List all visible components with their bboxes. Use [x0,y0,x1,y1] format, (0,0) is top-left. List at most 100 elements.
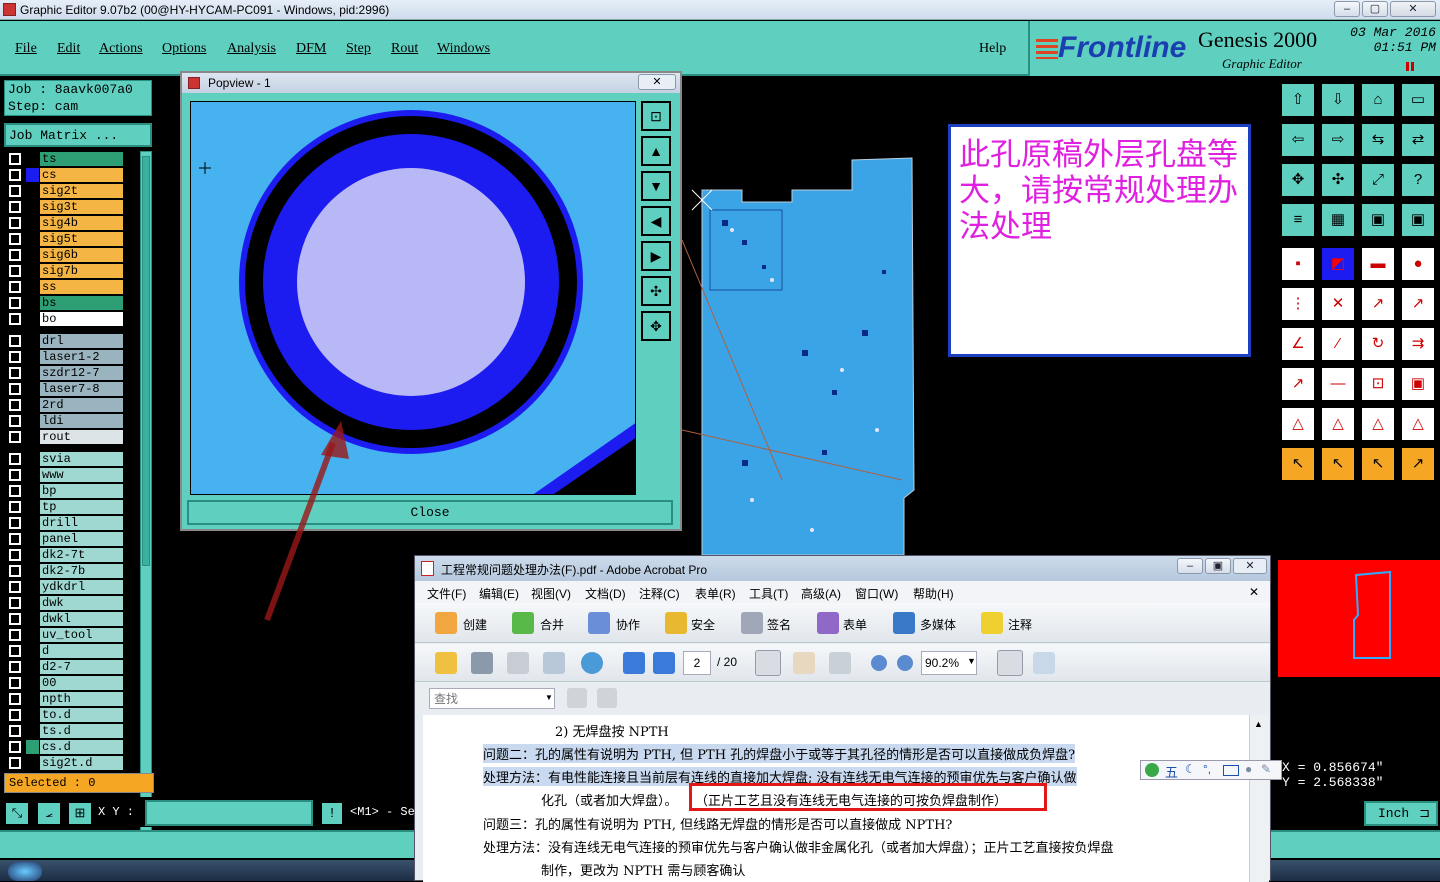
select-text-icon[interactable] [755,650,781,676]
layer-checkbox[interactable] [9,415,21,427]
layer-checkbox[interactable] [9,453,21,465]
email-icon[interactable] [543,652,565,674]
layer-checkbox[interactable] [9,383,21,395]
layer-name[interactable]: ldi [40,414,123,428]
toolbar-collaborate[interactable]: 协作 [616,616,640,633]
zoom-in-icon[interactable] [897,655,913,671]
acrobat-restore-button[interactable]: ▣ [1205,558,1231,574]
layer-name[interactable]: laser7-8 [40,382,123,396]
layer-checkbox[interactable] [9,169,21,181]
zoom-dropdown-icon[interactable]: ▼ [967,656,976,666]
find-dropdown-icon[interactable]: ▼ [545,693,553,702]
page-down-icon[interactable] [653,652,675,674]
layer-checkbox[interactable] [9,501,21,513]
layer-name[interactable]: ss [40,280,123,294]
layer-name[interactable]: dk2-7b [40,564,123,578]
layer-name[interactable]: ts [40,152,123,166]
feature-tool-icon[interactable]: ▪ [1280,246,1316,282]
layer-checkbox[interactable] [9,709,21,721]
layer-row[interactable]: dk2-7b [4,563,139,579]
zoom-out-icon[interactable] [871,655,887,671]
rotate-tool-icon[interactable]: ↻ [1360,326,1396,362]
acrobat-menu-advanced[interactable]: 高级(A) [801,585,841,602]
layer-row[interactable]: ts [4,151,139,167]
menu-edit[interactable]: Edit [57,41,80,57]
layer-row[interactable]: sig2t.d [4,755,139,771]
layer-row[interactable]: to.d [4,707,139,723]
acrobat-menu-file[interactable]: 文件(F) [427,585,466,602]
close-window-button[interactable]: ✕ [1390,1,1436,17]
menu-rout[interactable]: Rout [391,41,418,57]
layer-name[interactable]: sig2t [40,184,123,198]
popview-pan-left-icon[interactable]: ◀ [641,206,671,236]
layer-row[interactable]: npth [4,691,139,707]
acrobat-menu-edit[interactable]: 编辑(E) [479,585,519,602]
layer-checkbox[interactable] [9,629,21,641]
scroll-up-icon[interactable]: ▲ [1254,719,1263,729]
menu-options[interactable]: Options [162,41,206,57]
maximize-button[interactable]: ▢ [1362,1,1388,17]
popview-pan-up-icon[interactable]: ▲ [641,136,671,166]
layer-row[interactable]: bo [4,311,139,327]
pointer-tool-icon[interactable]: ↖ [1280,446,1316,482]
layer-checkbox[interactable] [9,297,21,309]
layer-name[interactable]: 2rd [40,398,123,412]
layer-checkbox[interactable] [9,431,21,443]
menu-help[interactable]: Help [979,41,1006,57]
layer-name[interactable]: cs [40,168,123,182]
acrobat-menu-tools[interactable]: 工具(T) [749,585,788,602]
move-up-tool-icon[interactable]: ⇧ [1280,82,1316,118]
menu-file[interactable]: File [15,41,37,57]
layer-checkbox[interactable] [9,677,21,689]
layer-checkbox[interactable] [9,153,21,165]
info-button-icon[interactable]: ! [320,801,344,826]
layer-checkbox[interactable] [9,597,21,609]
acrobat-doc-close-icon[interactable]: ✕ [1249,585,1259,599]
layer-name[interactable]: sig3t [40,200,123,214]
acrobat-menu-help[interactable]: 帮助(H) [913,585,954,602]
layer-row[interactable]: ss [4,279,139,295]
layer-checkbox[interactable] [9,265,21,277]
net-tool-icon[interactable]: ⋮ [1280,286,1316,322]
layer-name[interactable]: szdr12-7 [40,366,123,380]
fit-width-icon[interactable] [1033,652,1055,674]
layer-name[interactable]: sig6b [40,248,123,262]
acrobat-minimize-button[interactable]: – [1177,558,1203,574]
layer-row[interactable]: sig6b [4,247,139,263]
group-tool-icon[interactable]: ▣ [1400,366,1436,402]
layer-row[interactable]: sig2t [4,183,139,199]
fit-page-icon[interactable] [997,650,1023,676]
layer-name[interactable]: www [40,468,123,482]
layer-checkbox[interactable] [9,367,21,379]
layer-row[interactable]: sig5t [4,231,139,247]
layer-checkbox[interactable] [9,469,21,481]
filter-tool-icon[interactable]: ≡ [1280,202,1316,238]
layer-row[interactable]: dwkl [4,611,139,627]
layer-row[interactable]: d [4,643,139,659]
line-edit-tool-icon[interactable]: ↗ [1400,286,1436,322]
layer-row[interactable]: szdr12-7 [4,365,139,381]
layer-name[interactable]: dwkl [40,612,123,626]
layer-row[interactable]: sig4b [4,215,139,231]
select-layers-alt-tool-icon[interactable]: ▣ [1400,202,1436,238]
cross-tool-icon[interactable]: ✕ [1320,286,1356,322]
layer-checkbox[interactable] [9,201,21,213]
layer-row[interactable]: uv_tool [4,627,139,643]
minimap[interactable] [1278,560,1440,677]
popview-zoom-tool-icon[interactable]: ⊡ [641,101,671,131]
popview-pan-right-icon[interactable]: ▶ [641,241,671,271]
triangle-a-tool-icon[interactable]: △ [1280,406,1316,442]
layer-row[interactable]: sig3t [4,199,139,215]
menu-actions[interactable]: Actions [99,41,143,57]
point-tool-icon[interactable]: ↗ [1280,366,1316,402]
popview-pan-down-icon[interactable]: ▼ [641,171,671,201]
home-tool-icon[interactable]: ⌂ [1360,82,1396,118]
acrobat-menu-window[interactable]: 窗口(W) [855,585,898,602]
line-add-tool-icon[interactable]: ↗ [1360,286,1396,322]
menu-step[interactable]: Step [346,41,371,57]
triangle-b-tool-icon[interactable]: △ [1320,406,1356,442]
layer-name[interactable]: sig5t [40,232,123,246]
pdf-scrollbar[interactable]: ▲ [1249,715,1269,882]
find-next-icon[interactable] [597,688,617,708]
layer-name[interactable]: sig4b [40,216,123,230]
